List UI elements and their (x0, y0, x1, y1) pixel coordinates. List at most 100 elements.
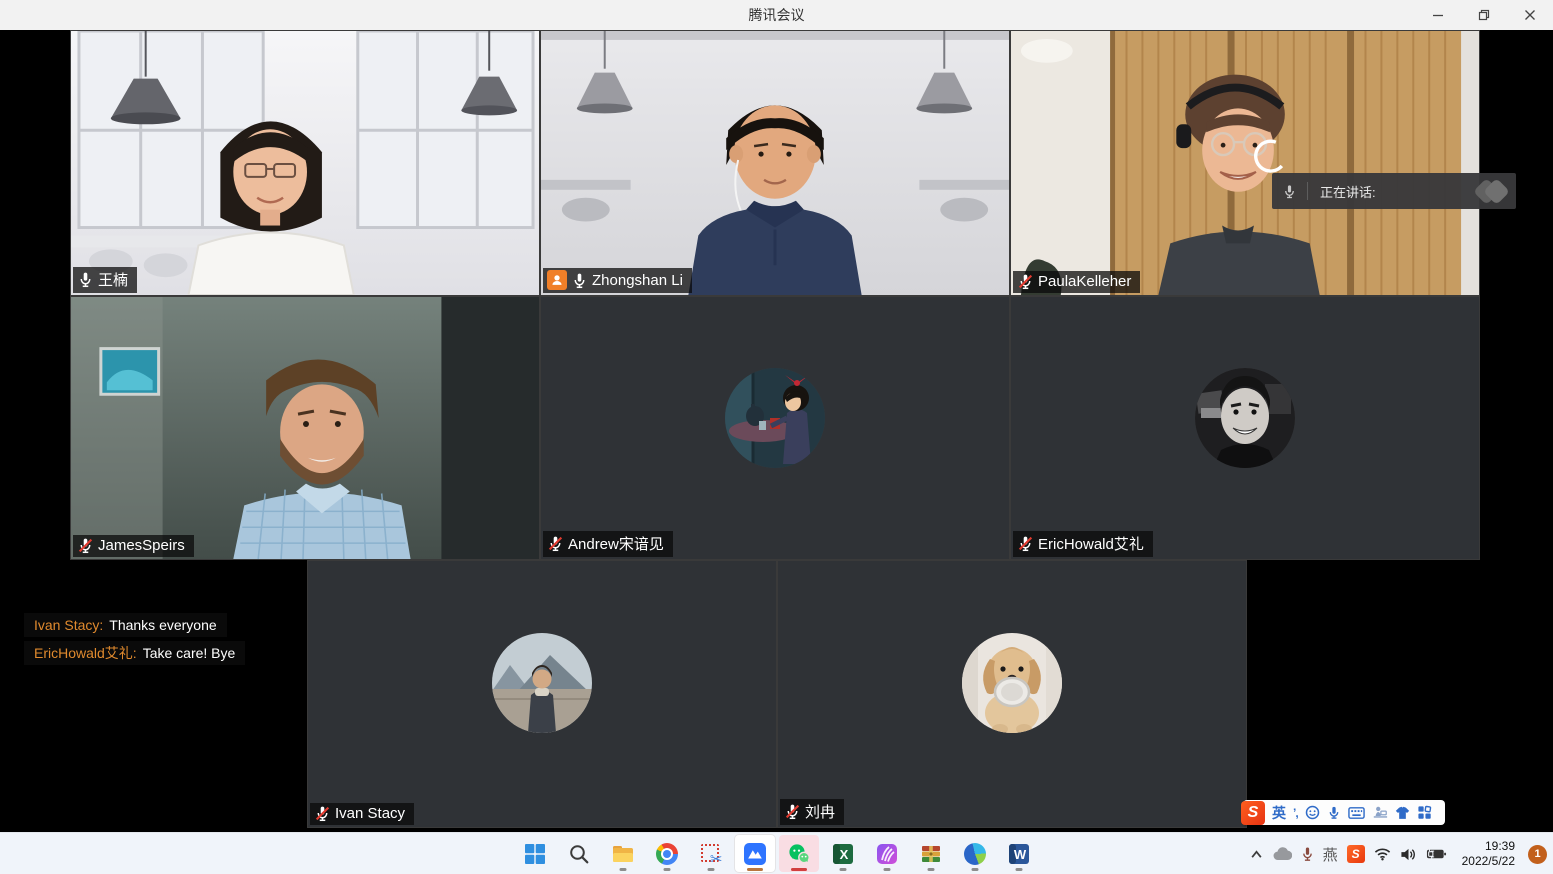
voice-input-icon[interactable] (1327, 805, 1341, 820)
video-frame-office (541, 31, 1009, 295)
desktop-screen: 腾讯会议 (0, 0, 1553, 874)
mic-muted-icon (77, 537, 94, 554)
avatar-man-outdoors (492, 633, 592, 733)
hidden-icons-chevron-icon[interactable] (1250, 849, 1263, 860)
word-icon: W (1008, 843, 1030, 865)
participant-name: 刘冉 (805, 801, 835, 822)
wechat-button[interactable] (779, 835, 819, 872)
participant-namebar: 刘冉 (780, 799, 844, 825)
avatar-anime-girl (725, 368, 825, 468)
chrome-button[interactable] (647, 835, 687, 872)
wechat-icon (787, 843, 811, 865)
avatar-bw-portrait (1195, 368, 1295, 468)
search-icon (568, 843, 590, 865)
participant-name: 王楠 (98, 269, 128, 290)
video-tile-zhongshan-li[interactable]: Zhongshan Li (540, 30, 1010, 296)
ime-english-mode-button[interactable]: 英 (1272, 803, 1286, 823)
meeting-logo-watermark-icon (1477, 182, 1506, 201)
tray-time: 19:39 (1462, 839, 1515, 854)
sogou-ime-toolbar: S 英 ’, (1243, 800, 1445, 825)
minimize-icon (1432, 9, 1444, 21)
word-button[interactable]: W (999, 835, 1039, 872)
minimize-button[interactable] (1415, 0, 1461, 30)
window-title: 腾讯会议 (0, 0, 1553, 30)
search-button[interactable] (559, 835, 599, 872)
video-tile-paulakelleher[interactable]: PaulaKelleher (1010, 30, 1480, 296)
volume-icon[interactable] (1400, 847, 1417, 862)
participant-namebar: Ivan Stacy (310, 803, 414, 825)
participant-namebar: JamesSpeirs (73, 535, 194, 557)
video-tile-liuran[interactable]: 刘冉 (777, 560, 1247, 828)
system-tray: 燕 S 19:39 2022/5/22 (1250, 833, 1547, 874)
windows-taskbar: ✂ (0, 832, 1553, 874)
taskbar-clock[interactable]: 19:39 2022/5/22 (1462, 839, 1515, 869)
toolbox-grid-icon[interactable] (1417, 805, 1432, 820)
participant-namebar: PaulaKelleher (1013, 271, 1140, 293)
file-explorer-button[interactable] (603, 835, 643, 872)
mic-muted-icon (1017, 273, 1034, 290)
chat-message: Ivan Stacy: Thanks everyone (24, 613, 227, 637)
snipping-tool-icon: ✂ (701, 844, 721, 864)
video-frame-dim-room (71, 297, 539, 559)
avatar (1195, 368, 1295, 468)
avatar (492, 633, 592, 733)
divider (1307, 182, 1308, 200)
snipping-tool-button[interactable]: ✂ (691, 835, 731, 872)
chat-message: EricHowald艾礼: Take care! Bye (24, 641, 245, 665)
chat-text: Thanks everyone (109, 617, 216, 633)
participant-name: JamesSpeirs (98, 537, 185, 554)
chat-sender: EricHowald艾礼: (34, 643, 137, 663)
close-button[interactable] (1507, 0, 1553, 30)
video-frame-bright-meeting-room (71, 31, 539, 295)
tray-date: 2022/5/22 (1462, 854, 1515, 869)
microphone-in-use-icon[interactable] (1301, 846, 1314, 862)
tencent-meeting-icon (743, 842, 767, 866)
avatar-golden-puppy (962, 633, 1062, 733)
close-icon (1524, 9, 1536, 21)
taskbar-center-icons: ✂ (515, 835, 1039, 872)
soft-keyboard-icon[interactable] (1348, 806, 1365, 820)
ime-language-tray-icon[interactable]: 燕 (1323, 844, 1338, 865)
svg-text:W: W (1013, 847, 1026, 862)
video-tile-erichowald[interactable]: EricHowald艾礼 (1010, 296, 1480, 560)
participant-namebar: Zhongshan Li (543, 268, 692, 293)
mic-muted-icon (1017, 535, 1034, 552)
wifi-icon[interactable] (1374, 847, 1391, 861)
participant-namebar: Andrew宋谙见 (543, 531, 673, 557)
emoji-picker-icon[interactable] (1305, 805, 1320, 820)
onedrive-cloud-icon[interactable] (1272, 847, 1292, 861)
participant-name: Andrew宋谙见 (568, 533, 664, 554)
edge-button[interactable] (955, 835, 995, 872)
mic-muted-icon (547, 535, 564, 552)
winrar-icon (920, 843, 942, 865)
excel-button[interactable]: X (823, 835, 863, 872)
start-button[interactable] (515, 835, 555, 872)
meeting-video-grid: 王楠 (0, 30, 1553, 832)
notification-count-badge[interactable]: 1 (1528, 845, 1547, 864)
skin-shirt-icon[interactable] (1395, 806, 1410, 820)
purple-app-button[interactable] (867, 835, 907, 872)
avatar (725, 368, 825, 468)
participant-name: Ivan Stacy (335, 805, 405, 822)
video-tile-andrew[interactable]: Andrew宋谙见 (540, 296, 1010, 560)
winrar-button[interactable] (911, 835, 951, 872)
video-tile-jamesspeirs[interactable]: JamesSpeirs (70, 296, 540, 560)
sogou-logo-icon[interactable]: S (1241, 801, 1265, 825)
tencent-meeting-button[interactable] (735, 835, 775, 872)
sogou-tools-icon[interactable] (1372, 805, 1388, 820)
battery-charging-icon[interactable] (1426, 847, 1447, 861)
ime-punctuation-button[interactable]: ’, (1293, 806, 1298, 820)
mic-on-icon (77, 271, 94, 288)
file-explorer-icon (611, 843, 635, 865)
restore-icon (1478, 9, 1490, 21)
video-tile-wangnan[interactable]: 王楠 (70, 30, 540, 296)
chat-sender: Ivan Stacy: (34, 617, 103, 633)
participant-name: EricHowald艾礼 (1038, 533, 1144, 554)
participant-namebar: EricHowald艾礼 (1013, 531, 1153, 557)
sogou-tray-icon[interactable]: S (1347, 845, 1365, 863)
video-tile-ivan-stacy[interactable]: Ivan Stacy (307, 560, 777, 828)
windows-start-icon (524, 843, 546, 865)
restore-button[interactable] (1461, 0, 1507, 30)
host-badge-icon (547, 270, 567, 290)
svg-text:X: X (839, 847, 848, 862)
